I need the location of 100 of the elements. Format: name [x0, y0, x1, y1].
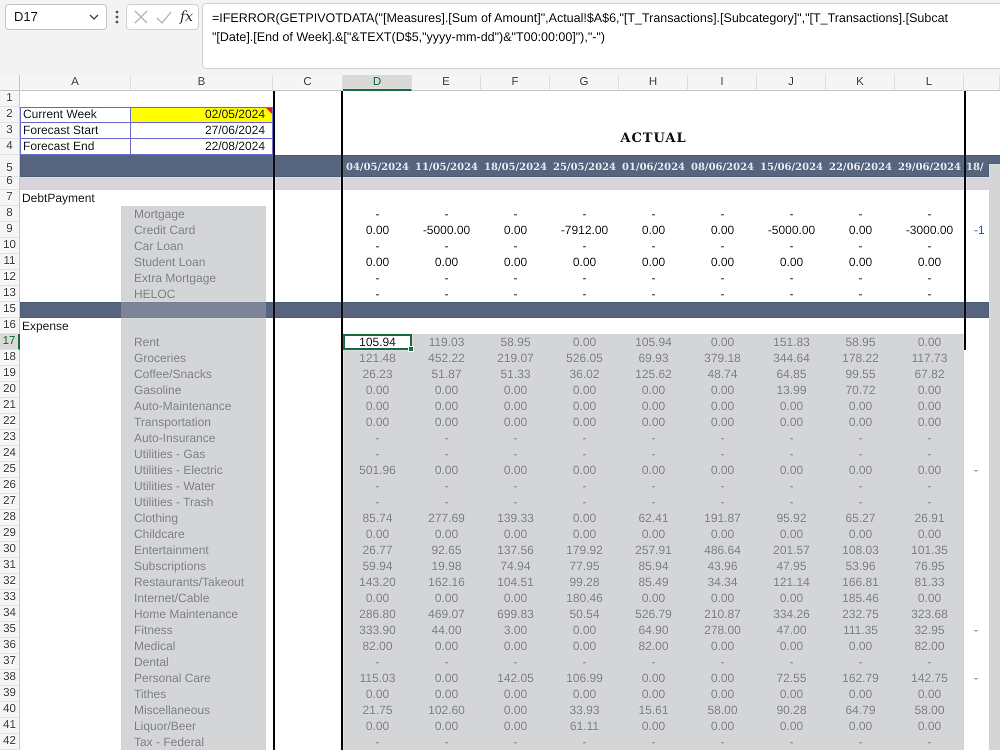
- row-header[interactable]: 2: [0, 107, 20, 123]
- row-header[interactable]: 35: [0, 622, 20, 638]
- table-cell: 0.00: [481, 526, 550, 542]
- row-header[interactable]: 6: [0, 177, 20, 190]
- category-label: Credit Card: [121, 222, 266, 238]
- row-header[interactable]: 3: [0, 123, 20, 139]
- row-header[interactable]: 23: [0, 430, 20, 446]
- column-header[interactable]: D: [343, 75, 412, 91]
- row-header[interactable]: 13: [0, 286, 20, 302]
- fill-handle[interactable]: [408, 346, 414, 352]
- row-header[interactable]: 39: [0, 686, 20, 702]
- row-header[interactable]: 40: [0, 702, 20, 718]
- row-header[interactable]: 20: [0, 382, 20, 398]
- table-cell-text: -: [926, 270, 932, 286]
- column-header[interactable]: C: [273, 75, 343, 91]
- row-header[interactable]: 21: [0, 398, 20, 414]
- table-cell: 0.00: [481, 398, 550, 414]
- category-label: Rent: [121, 334, 266, 350]
- row-header[interactable]: 29: [0, 526, 20, 542]
- table-cell: 61.11: [550, 718, 619, 734]
- select-all-corner[interactable]: [0, 75, 20, 91]
- table-cell: -: [343, 478, 412, 494]
- formula-field[interactable]: =IFERROR(GETPIVOTDATA("[Measures].[Sum of Amount]",Actual!$A$6,"[T_Transactions].[Subcategory]","[T_Transactions].[Subcat "[Date].[End of Week].&["&TEXT(D$5,"yyyy-mm-dd")&"T00:00:00]"),"-"): [202, 3, 1000, 69]
- column-header[interactable]: B: [131, 75, 273, 91]
- row-header[interactable]: 41: [0, 718, 20, 734]
- column-header[interactable]: A: [20, 75, 131, 91]
- table-cell-text: 0.00: [710, 254, 736, 270]
- category-label: Coffee/Snacks: [121, 366, 266, 382]
- row-header[interactable]: 9: [0, 222, 20, 238]
- row-header[interactable]: 38: [0, 670, 20, 686]
- column-header[interactable]: I: [688, 75, 757, 91]
- row-header[interactable]: 15: [0, 302, 20, 318]
- row-header[interactable]: 27: [0, 494, 20, 510]
- table-cell: -: [974, 670, 978, 686]
- table-cell: 43.96: [688, 558, 757, 574]
- table-cell: -: [826, 734, 895, 750]
- table-cell: 0.00: [757, 462, 826, 478]
- table-cell: 0.00: [688, 526, 757, 542]
- row-header[interactable]: 19: [0, 366, 20, 382]
- row-header[interactable]: 10: [0, 238, 20, 254]
- row-header[interactable]: 16: [0, 318, 20, 334]
- row-header[interactable]: 37: [0, 654, 20, 670]
- table-cell: 36.02: [550, 366, 619, 382]
- table-cell: 85.94: [619, 558, 688, 574]
- table-cell: 21.75: [343, 702, 412, 718]
- table-cell: 47.95: [757, 558, 826, 574]
- table-cell-text: -: [788, 270, 794, 286]
- row-header[interactable]: 4: [0, 139, 20, 155]
- row-header[interactable]: 31: [0, 558, 20, 574]
- row-header[interactable]: 1: [0, 91, 20, 107]
- row-header[interactable]: 26: [0, 478, 20, 494]
- row-header[interactable]: 12: [0, 270, 20, 286]
- column-header[interactable]: J: [757, 75, 826, 91]
- table-cell: -: [826, 478, 895, 494]
- table-cell: 0.00: [619, 590, 688, 606]
- table-cell: 111.35: [826, 622, 895, 638]
- column-header[interactable]: L: [895, 75, 964, 91]
- table-cell: 76.95: [895, 558, 964, 574]
- table-cell-text: -: [788, 206, 794, 222]
- row-header[interactable]: 11: [0, 254, 20, 270]
- row-header[interactable]: 36: [0, 638, 20, 654]
- vertical-dots-icon[interactable]: [115, 10, 119, 24]
- row-header[interactable]: 24: [0, 446, 20, 462]
- row-header[interactable]: 28: [0, 510, 20, 526]
- row-header[interactable]: 22: [0, 414, 20, 430]
- row-header[interactable]: 7: [0, 190, 20, 206]
- row-header[interactable]: 30: [0, 542, 20, 558]
- table-cell-text: -: [720, 206, 726, 222]
- table-cell: -: [757, 734, 826, 750]
- column-header[interactable]: K: [826, 75, 895, 91]
- table-cell: -: [481, 446, 550, 462]
- category-label: Fitness: [121, 622, 266, 638]
- table-cell: 0.00: [550, 622, 619, 638]
- insert-function-button[interactable]: fx: [180, 9, 194, 25]
- row-header[interactable]: 42: [0, 734, 20, 750]
- column-header[interactable]: F: [481, 75, 550, 91]
- column-header[interactable]: G: [550, 75, 619, 91]
- table-cell: 0.00: [550, 334, 619, 350]
- table-cell: 117.73: [895, 350, 964, 366]
- table-cell: 58.00: [688, 702, 757, 718]
- table-cell: 526.05: [550, 350, 619, 366]
- row-header[interactable]: 33: [0, 590, 20, 606]
- row-header[interactable]: 18: [0, 350, 20, 366]
- name-box[interactable]: D17: [5, 4, 107, 30]
- category-label: Mortgage: [121, 206, 266, 222]
- column-header[interactable]: E: [412, 75, 481, 91]
- row-header[interactable]: 34: [0, 606, 20, 622]
- table-cell: -: [412, 430, 481, 446]
- row-header[interactable]: 25: [0, 462, 20, 478]
- table-cell: 0.00: [895, 334, 964, 350]
- table-cell: 0.00: [412, 526, 481, 542]
- table-cell: 0.00: [550, 462, 619, 478]
- row-header[interactable]: 5: [0, 155, 20, 177]
- chevron-down-icon[interactable]: [89, 14, 99, 20]
- row-header[interactable]: 8: [0, 206, 20, 222]
- column-header[interactable]: [964, 75, 1000, 91]
- row-header[interactable]: 17: [0, 334, 20, 350]
- column-header[interactable]: H: [619, 75, 688, 91]
- table-cell: -: [826, 446, 895, 462]
- row-header[interactable]: 32: [0, 574, 20, 590]
